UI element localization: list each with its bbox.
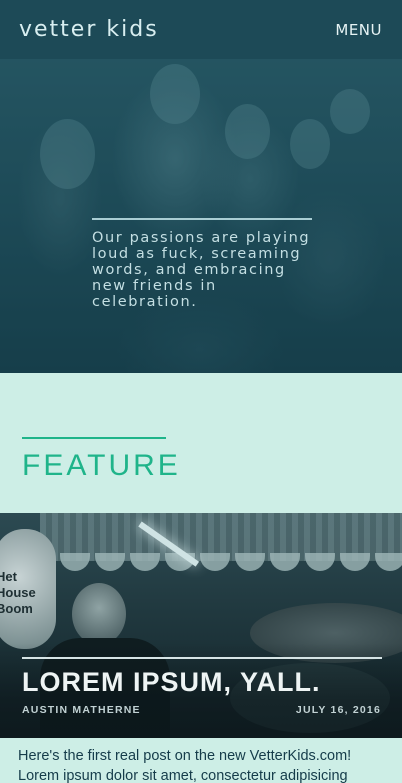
curtain-scallop <box>235 553 265 571</box>
post-card[interactable]: Het House Boom LOREM IPSUM, YALL. AUSTIN M… <box>0 513 402 738</box>
post-divider <box>22 657 382 659</box>
post-author: AUSTIN MATHERNE <box>22 704 141 716</box>
excerpt-line: Lorem ipsum dolor sit amet, consectetur … <box>18 768 348 783</box>
venue-sign: Het House Boom <box>0 529 56 649</box>
post-date: JULY 16, 2016 <box>295 704 381 716</box>
feature-section: FEATURE <box>0 373 402 513</box>
hero-banner: Our passions are playing loud as fuck, s… <box>0 59 402 373</box>
curtain-scallop <box>60 553 90 571</box>
curtain-scallop <box>305 553 335 571</box>
hero-divider <box>92 218 312 220</box>
curtain-scallop <box>130 553 160 571</box>
venue-sign-text: Het House Boom <box>0 569 36 616</box>
post-title[interactable]: LOREM IPSUM, YALL. <box>22 667 321 698</box>
post-excerpt: Here's the first real post on the new Ve… <box>0 738 402 783</box>
curtain-scallop <box>95 553 125 571</box>
hero-tagline: Our passions are playing loud as fuck, s… <box>92 230 311 310</box>
menu-button[interactable]: MENU <box>335 21 382 39</box>
curtain-scallop <box>340 553 370 571</box>
drummer-head <box>72 583 126 645</box>
excerpt-line: Here's the first real post on the new Ve… <box>18 748 352 764</box>
site-header: vetter kids MENU <box>0 0 402 59</box>
curtain-scallop <box>200 553 230 571</box>
feature-divider <box>22 437 166 439</box>
site-logo[interactable]: vetter kids <box>19 17 159 42</box>
hero-overlay <box>0 59 402 373</box>
curtain-scallop <box>270 553 300 571</box>
curtain-scallop <box>375 553 402 571</box>
feature-heading: FEATURE <box>22 449 181 482</box>
